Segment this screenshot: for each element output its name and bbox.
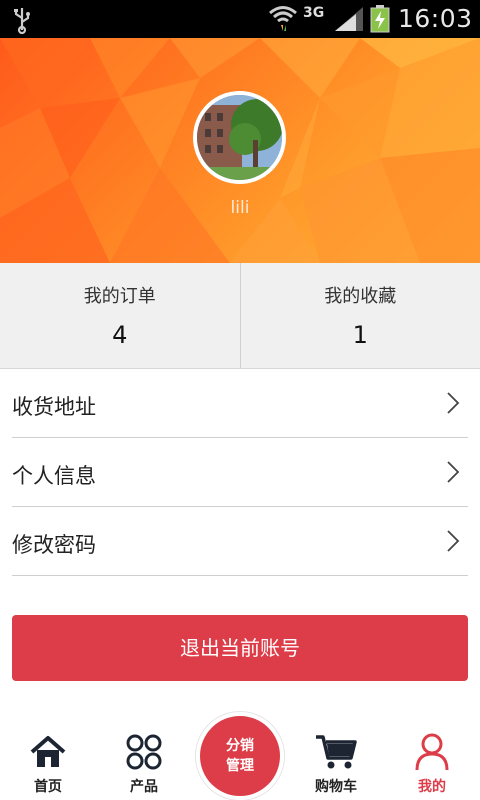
usb-icon [12,6,32,38]
tab-cart[interactable]: 购物车 [288,732,384,796]
profile-header: lili [0,38,480,263]
stats-panel: 我的订单 4 我的收藏 1 [0,263,480,369]
center-button-line1: 分销 [226,738,254,754]
battery-charging-icon [370,5,390,37]
network-type: 3G [303,5,325,21]
stat-label: 我的订单 [83,286,156,307]
chevron-right-icon [446,529,460,557]
tab-mine[interactable]: 我的 [384,732,480,796]
status-bar: 3G 16:03 [0,0,480,38]
tab-label: 购物车 [315,779,357,795]
menu-item-personal-info[interactable]: 个人信息 [12,438,468,507]
menu-item-shipping-address[interactable]: 收货地址 [12,369,468,438]
avatar[interactable] [193,91,286,184]
avatar-photo [197,95,282,180]
tab-home[interactable]: 首页 [0,732,96,796]
tab-products[interactable]: 产品 [96,732,192,796]
username: lili [230,198,250,218]
stat-value: 1 [352,321,368,349]
signal-icon [334,6,364,36]
tab-label: 产品 [130,779,158,795]
my-orders-stat[interactable]: 我的订单 4 [0,263,240,368]
stat-value: 4 [112,321,128,349]
home-icon [0,732,96,772]
chevron-right-icon [446,460,460,488]
tab-label: 首页 [34,779,62,795]
menu-item-change-password[interactable]: 修改密码 [12,507,468,576]
stat-label: 我的收藏 [324,286,397,307]
menu-item-label: 收货地址 [12,395,96,419]
logout-button[interactable]: 退出当前账号 [12,615,468,681]
clock: 16:03 [398,4,473,33]
menu-item-label: 个人信息 [12,464,96,488]
bottom-tab-bar: 首页 产品 分销 管理 购物车 我的 [0,710,480,800]
chevron-right-icon [446,391,460,419]
tab-label: 我的 [418,779,446,795]
menu-item-label: 修改密码 [12,533,96,557]
distribution-management-button[interactable]: 分销 管理 [196,712,284,800]
my-favorites-stat[interactable]: 我的收藏 1 [239,263,480,368]
user-icon [384,732,480,772]
wifi-icon [268,4,298,36]
cart-icon [288,732,384,772]
center-button-line2: 管理 [226,758,254,774]
products-grid-icon [96,732,192,772]
